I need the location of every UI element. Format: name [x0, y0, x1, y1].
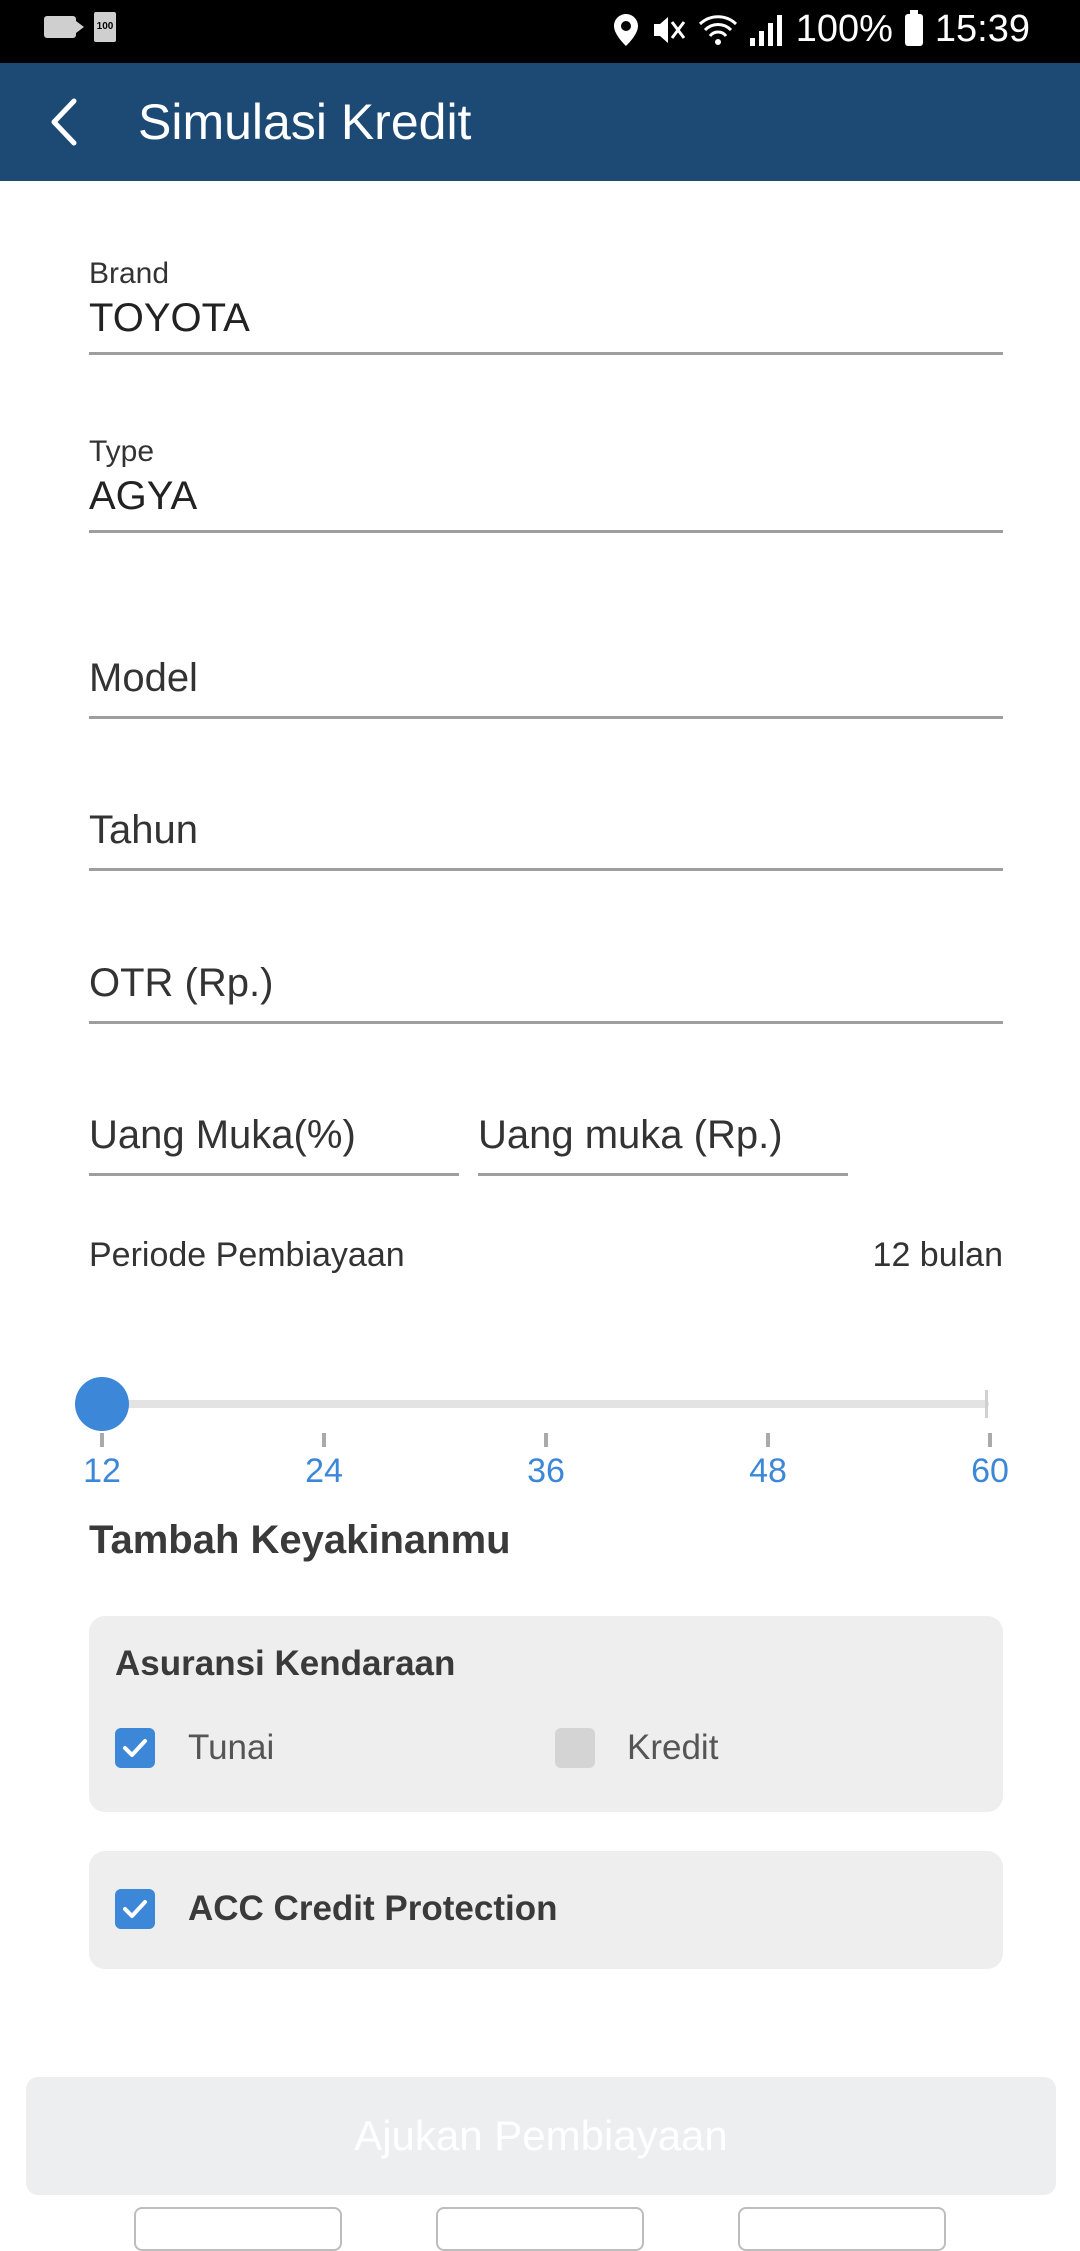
insurance-title: Asuransi Kendaraan	[115, 1644, 456, 1683]
tick-label: 48	[749, 1452, 787, 1490]
model-placeholder: Model	[89, 656, 198, 700]
uang-muka-percent-field[interactable]: Uang Muka(%)	[89, 1109, 459, 1176]
bottom-tab[interactable]	[436, 2207, 644, 2251]
type-field[interactable]: Type AGYA	[89, 434, 1003, 533]
checkmark-icon	[123, 1900, 147, 1918]
insurance-card: Asuransi Kendaraan Tunai Kredit	[89, 1616, 1003, 1812]
tick-label: 36	[527, 1452, 565, 1490]
status-right-icons: 100% 15:39	[613, 8, 1030, 51]
signal-icon	[749, 14, 782, 46]
battery-percent: 100%	[795, 8, 893, 50]
bottom-tab[interactable]	[738, 2207, 946, 2251]
uang-muka-percent-placeholder: Uang Muka(%)	[89, 1113, 356, 1157]
period-slider-thumb[interactable]	[75, 1377, 129, 1431]
tick-label: 12	[83, 1452, 121, 1490]
tick-label: 24	[305, 1452, 343, 1490]
period-slider-end	[985, 1390, 988, 1418]
period-slider-track[interactable]	[102, 1400, 989, 1408]
brand-field[interactable]: Brand TOYOTA	[89, 256, 1003, 355]
location-icon	[613, 13, 638, 46]
kredit-checkbox[interactable]	[555, 1728, 595, 1768]
wifi-icon	[698, 14, 737, 45]
tunai-checkbox[interactable]	[115, 1728, 155, 1768]
protection-card: ACC Credit Protection	[89, 1851, 1003, 1969]
uang-muka-rp-field[interactable]: Uang muka (Rp.)	[478, 1109, 848, 1176]
tick-label: 60	[971, 1452, 1009, 1490]
type-label: Type	[89, 435, 155, 468]
protection-label[interactable]: ACC Credit Protection	[188, 1889, 557, 1929]
slider-tick	[766, 1433, 770, 1447]
period-value: 12 bulan	[872, 1236, 1003, 1274]
status-left-icons: 100	[44, 12, 116, 42]
section-title: Tambah Keyakinanmu	[89, 1518, 511, 1562]
brand-value: TOYOTA	[89, 296, 250, 340]
kredit-label[interactable]: Kredit	[627, 1728, 718, 1768]
slider-tick	[100, 1433, 104, 1447]
period-label: Periode Pembiayaan	[89, 1236, 405, 1274]
back-button[interactable]	[38, 91, 100, 153]
type-value: AGYA	[89, 474, 198, 518]
mute-icon	[653, 16, 685, 43]
otr-field[interactable]: OTR (Rp.)	[89, 957, 1003, 1024]
slider-tick	[988, 1433, 992, 1447]
tahun-field[interactable]: Tahun	[89, 804, 1003, 871]
page-title: Simulasi Kredit	[138, 94, 472, 150]
battery-saver-icon: 100	[94, 12, 116, 42]
battery-icon	[904, 9, 923, 46]
video-camera-icon	[44, 16, 84, 38]
checkmark-icon	[123, 1739, 147, 1757]
back-arrow-icon	[51, 98, 77, 146]
tunai-label[interactable]: Tunai	[188, 1728, 274, 1768]
status-bar: 100 100% 15:39	[0, 0, 1080, 63]
tahun-placeholder: Tahun	[89, 808, 198, 852]
slider-tick	[544, 1433, 548, 1447]
bottom-tab[interactable]	[134, 2207, 342, 2251]
brand-label: Brand	[89, 257, 170, 290]
model-field[interactable]: Model	[89, 652, 1003, 719]
uang-muka-rp-placeholder: Uang muka (Rp.)	[478, 1113, 783, 1157]
ajukan-pembiayaan-button[interactable]: Ajukan Pembiayaan	[26, 2077, 1056, 2195]
app-bar: Simulasi Kredit	[0, 63, 1080, 181]
slider-tick	[322, 1433, 326, 1447]
otr-placeholder: OTR (Rp.)	[89, 961, 274, 1005]
protection-checkbox[interactable]	[115, 1889, 155, 1929]
clock: 15:39	[934, 8, 1030, 50]
